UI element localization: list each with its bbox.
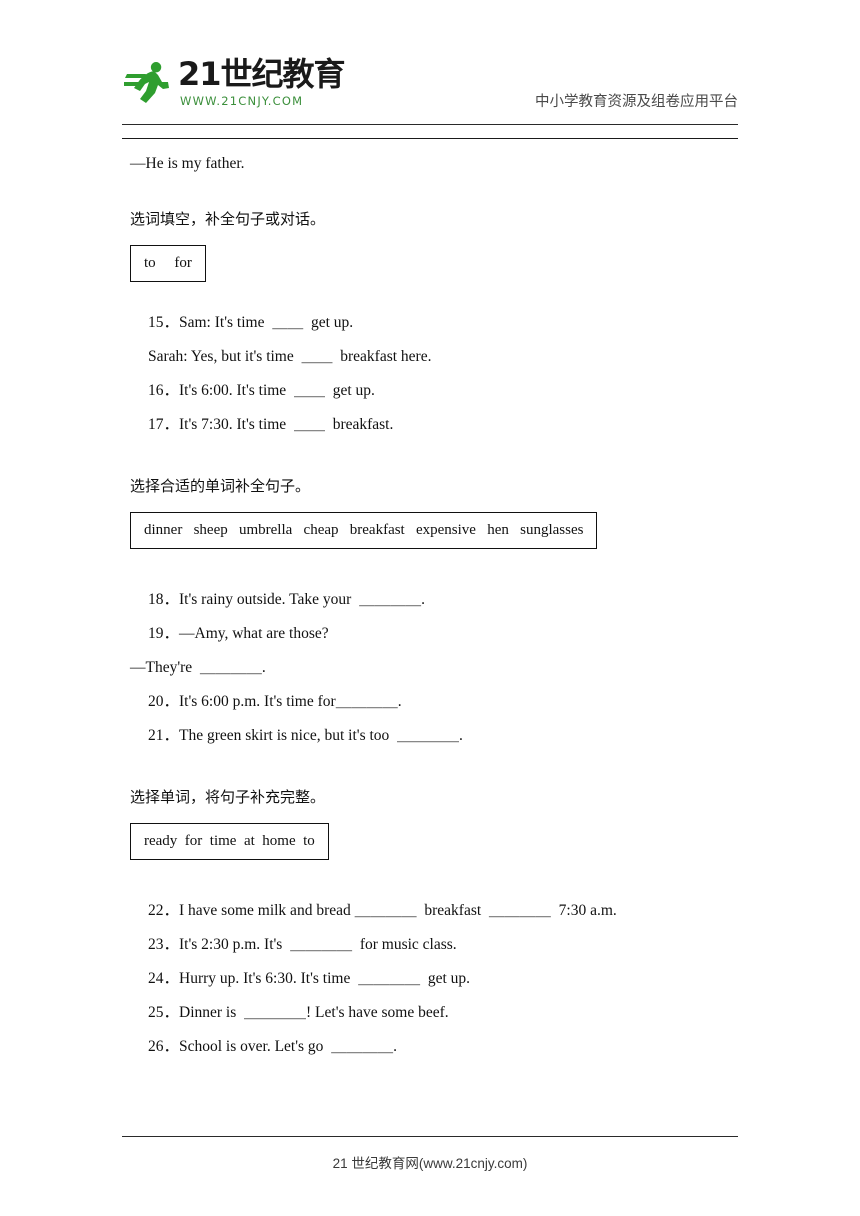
header-tagline: 中小学教育资源及组卷应用平台 [535,94,738,110]
answer-line: —He is my father. [130,155,245,172]
footer-text: 21 世纪教育网(www.21cnjy.com) [332,1156,528,1171]
section1-wordbank-text: to for [130,245,206,282]
question-24: 24．Hurry up. It's 6:30. It's time ＿＿＿＿ g… [148,970,471,987]
question-22: 22．I have some milk and bread ＿＿＿＿ break… [148,902,617,919]
logo-url: WWW.21CNJY.COM [180,94,304,108]
document-page: 21世纪教育 WWW.21CNJY.COM 中小学教育资源及组卷应用平台 —He… [0,0,860,1216]
page-header: 21世纪教育 WWW.21CNJY.COM 中小学教育资源及组卷应用平台 [122,56,738,124]
question-25: 25．Dinner is ＿＿＿＿! Let's have some beef. [148,1004,449,1021]
logo-text: 21世纪教育 [178,55,346,93]
question-19-response: —They're ＿＿＿＿. [130,659,266,676]
question-21: 21．The green skirt is nice, but it's too… [148,727,463,744]
section3-wordbank: ready for time at home to [130,823,738,860]
section2-wordbank: dinner sheep umbrella cheap breakfast ex… [130,512,738,549]
question-17: 17．It's 7:30. It's time ＿＿ breakfast. [148,416,394,433]
question-20: 20．It's 6:00 p.m. It's time for＿＿＿＿. [148,693,402,710]
section1-wordbank: to for [130,245,738,282]
section2-wordbank-text: dinner sheep umbrella cheap breakfast ex… [130,512,598,549]
section3-title: 选择单词，将句子补充完整。 [130,790,326,806]
brand-logo: 21世纪教育 WWW.21CNJY.COM [122,56,346,118]
question-23: 23．It's 2:30 p.m. It's ＿＿＿＿ for music cl… [148,936,457,953]
question-18: 18．It's rainy outside. Take your ＿＿＿＿. [148,591,425,608]
running-person-icon [124,62,169,103]
section1-title: 选词填空，补全句子或对话。 [130,212,326,228]
question-15-response: Sarah: Yes, but it's time ＿＿ breakfast h… [148,348,432,365]
section2-title: 选择合适的单词补全句子。 [130,479,311,495]
header-divider [122,124,738,125]
section3-wordbank-text: ready for time at home to [130,823,329,860]
document-content: —He is my father. 选词填空，补全句子或对话。 to for 1… [122,138,738,1058]
question-16: 16．It's 6:00. It's time ＿＿ get up. [148,382,375,399]
content-top-rule [122,138,738,139]
question-19: 19．—Amy, what are those? [148,625,329,642]
question-15: 15．Sam: It's time ＿＿ get up. [148,314,354,331]
question-26: 26．School is over. Let's go ＿＿＿＿. [148,1038,398,1055]
footer-divider [122,1136,738,1137]
